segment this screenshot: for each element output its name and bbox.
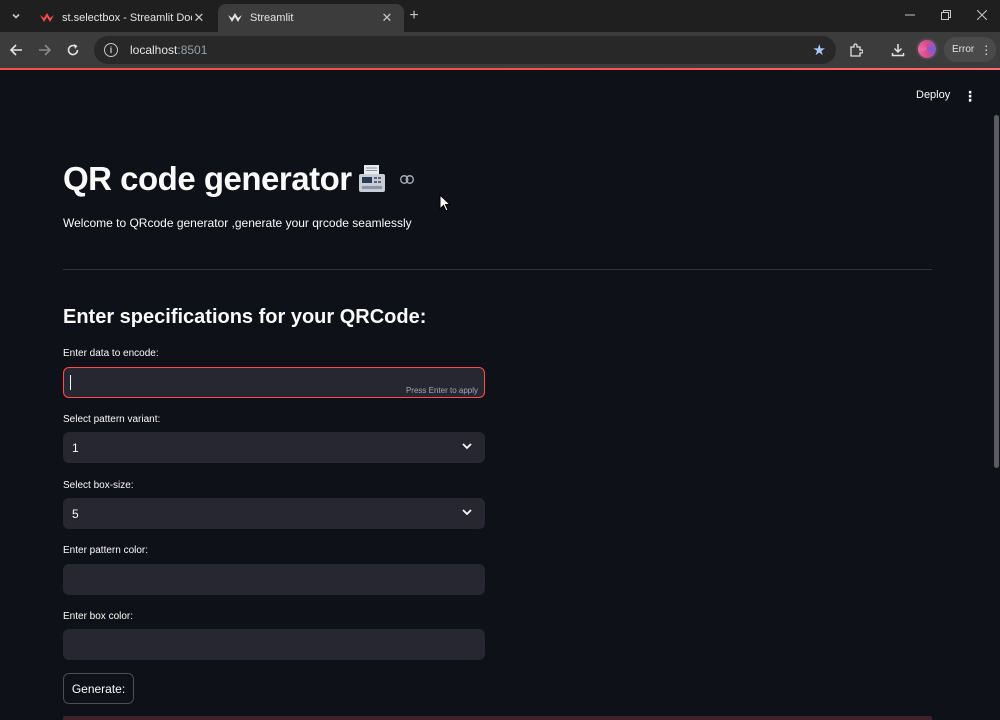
- fax-icon: [358, 164, 386, 194]
- profile-error-label: Error: [952, 44, 975, 55]
- data-label: Enter data to encode:: [63, 348, 159, 359]
- box-size-value: 5: [72, 507, 79, 521]
- text-caret: [70, 375, 71, 390]
- page-subtitle: Welcome to QRcode generator ,generate yo…: [63, 216, 412, 230]
- error-box-edge: [63, 716, 932, 720]
- mouse-cursor-icon: [439, 194, 451, 212]
- url-host: localhost: [130, 43, 178, 57]
- pattern-variant-value: 1: [72, 441, 79, 455]
- pattern-color-label: Enter pattern color:: [63, 545, 149, 556]
- pattern-variant-select[interactable]: 1: [63, 432, 485, 463]
- link-icon[interactable]: [399, 171, 414, 187]
- streamlit-crown-icon: [228, 11, 242, 25]
- main-menu-icon[interactable]: ⋮: [962, 87, 978, 105]
- box-color-input[interactable]: [63, 629, 485, 660]
- restore-icon[interactable]: [928, 4, 964, 26]
- forward-arrow-icon[interactable]: [35, 40, 55, 60]
- deploy-button[interactable]: Deploy: [910, 87, 956, 103]
- divider: [63, 269, 932, 270]
- tab-search-chevron-icon[interactable]: [6, 6, 26, 26]
- data-input[interactable]: Press Enter to apply: [63, 367, 485, 398]
- chevron-down-icon: [462, 443, 472, 450]
- pattern-variant-label: Select pattern variant:: [63, 414, 161, 425]
- page-title-text: QR code generator: [63, 160, 352, 197]
- tab-close-icon[interactable]: ✕: [192, 10, 206, 26]
- profile-error-button[interactable]: Error ⋮: [944, 37, 996, 62]
- box-color-label: Enter box color:: [63, 611, 134, 622]
- window-close-icon[interactable]: [964, 4, 1000, 26]
- generate-button[interactable]: Generate:: [63, 673, 134, 704]
- tab-strip: st.selectbox - Streamlit Docs ✕ Streamli…: [0, 0, 1000, 32]
- tab-title: Streamlit: [250, 12, 294, 24]
- browser-menu-icon[interactable]: ⋮: [980, 43, 992, 57]
- minimize-icon[interactable]: [892, 4, 928, 26]
- streamlit-app: Deploy ⋮ QR code generator Welcome to QR…: [0, 70, 1000, 720]
- tab-streamlit-app[interactable]: Streamlit ✕: [218, 4, 404, 32]
- reload-icon[interactable]: [63, 40, 83, 60]
- box-size-label: Select box-size:: [63, 480, 134, 491]
- tab-title: st.selectbox - Streamlit Docs: [62, 12, 192, 24]
- site-info-icon[interactable]: i: [104, 43, 118, 57]
- pattern-color-input[interactable]: [63, 564, 485, 595]
- extensions-puzzle-icon[interactable]: [846, 40, 866, 60]
- new-tab-plus-icon[interactable]: +: [404, 6, 424, 26]
- back-arrow-icon[interactable]: [6, 40, 26, 60]
- address-bar[interactable]: i localhost:8501 ★: [94, 36, 836, 64]
- scrollbar[interactable]: [994, 115, 999, 468]
- profile-avatar[interactable]: [916, 38, 938, 60]
- page-title: QR code generator: [63, 160, 414, 198]
- bookmark-star-icon[interactable]: ★: [813, 41, 826, 59]
- tab-streamlit-docs[interactable]: st.selectbox - Streamlit Docs ✕: [30, 4, 216, 32]
- chevron-down-icon: [462, 509, 472, 516]
- input-hint: Press Enter to apply: [405, 386, 478, 395]
- section-title: Enter specifications for your QRCode:: [63, 306, 427, 328]
- box-size-select[interactable]: 5: [63, 498, 485, 529]
- streamlit-crown-icon: [40, 11, 54, 25]
- browser-toolbar: i localhost:8501 ★: [0, 32, 1000, 68]
- download-icon[interactable]: [888, 40, 908, 60]
- tab-close-icon[interactable]: ✕: [380, 10, 394, 26]
- url-port: :8501: [177, 43, 208, 57]
